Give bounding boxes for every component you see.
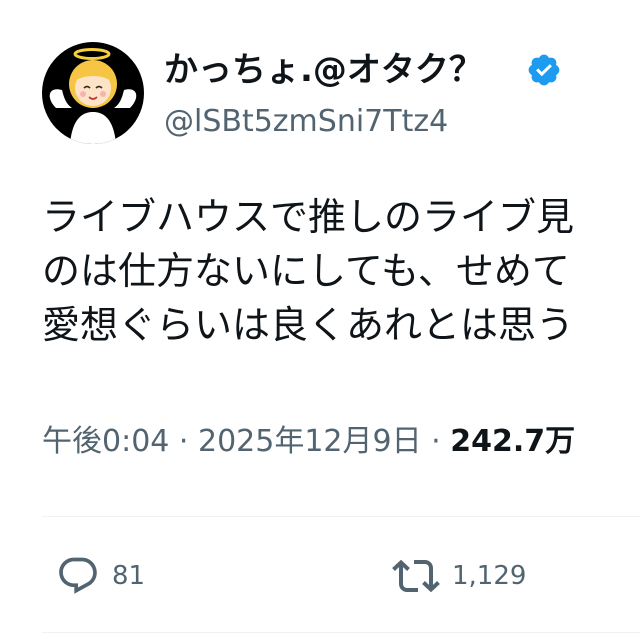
tweet-card: かっちょ.@オタク？ @lSBt5zmSni7Ttz4 ライブハウスで推しのライ…	[0, 0, 640, 640]
retweet-count: 1,129	[452, 561, 527, 591]
tweet-text-line: 愛想ぐらいは良くあれとは思う	[42, 303, 575, 347]
angel-avatar-icon	[49, 48, 137, 144]
retweet-button[interactable]: 1,129	[392, 554, 526, 598]
verified-badge-icon	[528, 54, 560, 86]
reply-button[interactable]: 81	[56, 554, 145, 598]
meta-separator: ·	[169, 424, 198, 459]
tweet-text-line: ライブハウスで推しのライブ見	[42, 195, 575, 239]
divider	[42, 516, 640, 517]
retweet-icon	[392, 559, 440, 593]
tweet-meta: 午後0:04 · 2025年12月9日 · 242.7万	[42, 420, 575, 464]
reply-icon	[59, 557, 97, 594]
meta-separator: ·	[421, 424, 451, 459]
view-count: 242.7万	[450, 424, 576, 459]
author-handle[interactable]: @lSBt5zmSni7Ttz4	[164, 104, 448, 140]
tweet-time[interactable]: 午後0:04	[42, 424, 169, 459]
divider	[42, 632, 640, 633]
reply-count: 81	[112, 561, 146, 591]
author-display-name[interactable]: かっちょ.@オタク？	[164, 50, 483, 90]
tweet-date[interactable]: 2025年12月9日	[198, 424, 422, 459]
tweet-text: ライブハウスで推しのライブ見 のは仕方ないにしても、せめて 愛想ぐらいは良くあれ…	[42, 190, 640, 380]
author-avatar[interactable]	[42, 42, 144, 144]
tweet-text-line: のは仕方ないにしても、せめて	[42, 249, 570, 293]
